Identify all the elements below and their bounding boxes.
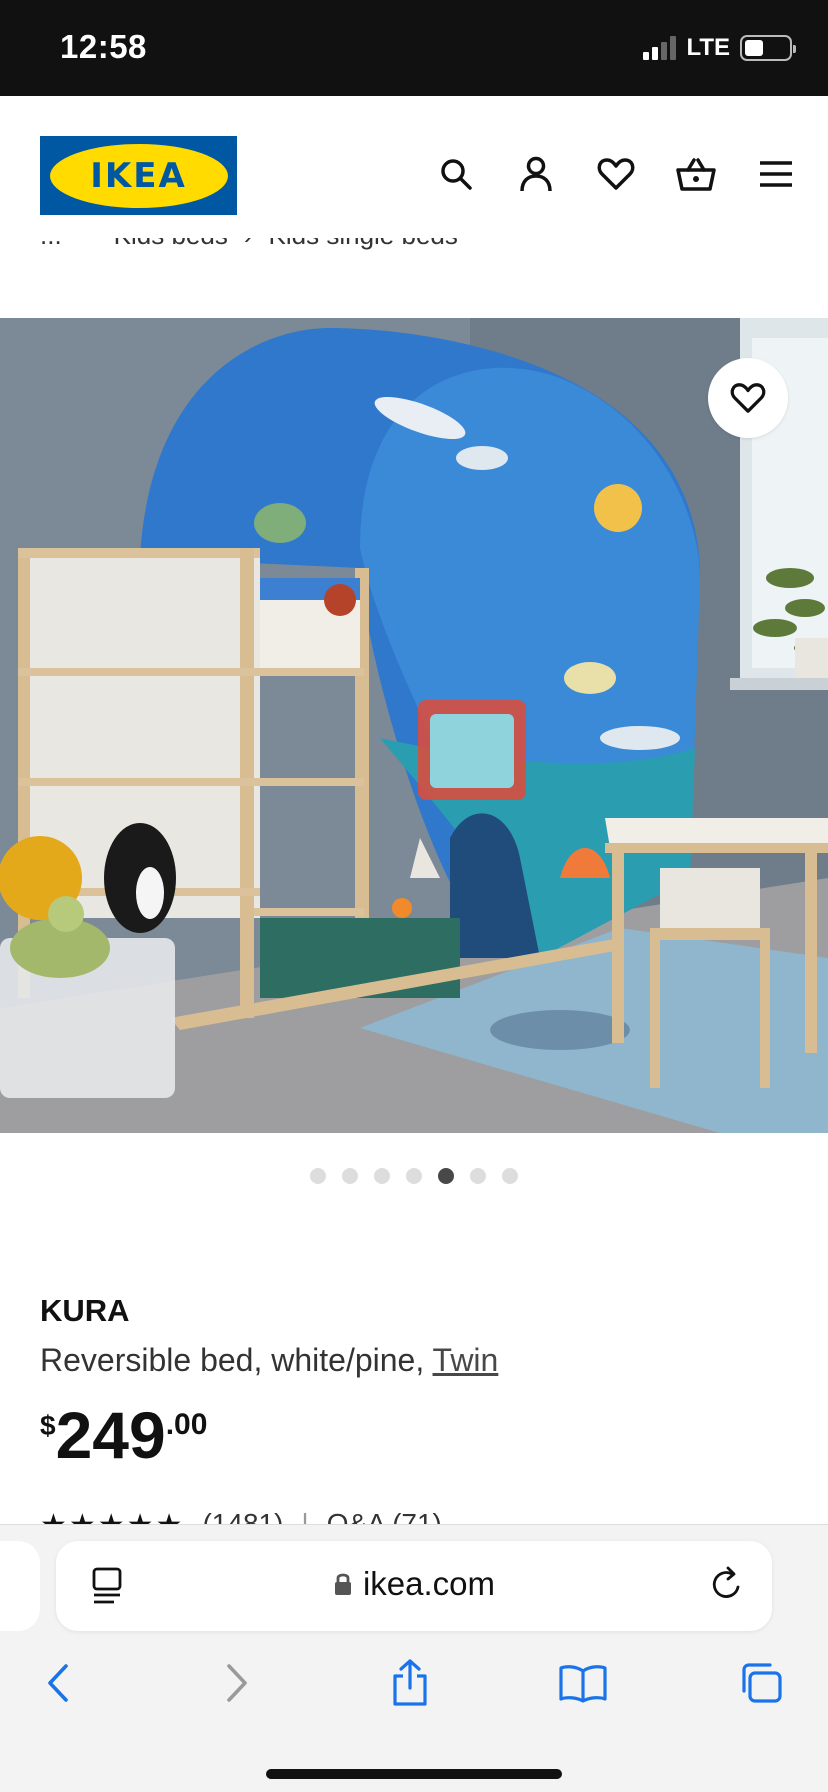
carousel-dots	[0, 1168, 828, 1184]
carousel-dot[interactable]	[310, 1168, 326, 1184]
heart-icon	[730, 383, 766, 413]
status-time: 12:58	[60, 28, 147, 65]
share-button[interactable]	[380, 1653, 440, 1713]
price-whole: 249	[55, 1398, 166, 1472]
basket-icon[interactable]	[674, 152, 718, 196]
browser-toolbar: ikea.com	[0, 1524, 828, 1792]
network-label: LTE	[686, 34, 730, 61]
url-display[interactable]: ikea.com	[56, 1565, 772, 1603]
kura-bed-photo	[0, 318, 828, 1133]
browser-nav-row	[0, 1653, 828, 1713]
carousel-dot[interactable]	[406, 1168, 422, 1184]
breadcrumb-ellipsis[interactable]: ...	[40, 238, 62, 251]
status-indicators: LTE	[643, 34, 796, 62]
carousel-dot[interactable]	[502, 1168, 518, 1184]
carousel-dot[interactable]	[438, 1168, 454, 1184]
menu-icon[interactable]	[754, 152, 798, 196]
carousel-dot[interactable]	[342, 1168, 358, 1184]
breadcrumb: ... Kids beds › Kids single beds	[40, 238, 458, 268]
bookmarks-button[interactable]	[553, 1653, 613, 1713]
product-price: $ 249 .00	[40, 1400, 207, 1470]
chevron-right-icon	[227, 1664, 247, 1702]
product-description-text: Reversible bed, white/pine,	[40, 1342, 425, 1378]
cell-signal-icon	[643, 36, 677, 60]
tabs-icon	[742, 1663, 782, 1703]
search-icon[interactable]	[434, 152, 478, 196]
reload-icon[interactable]	[708, 1565, 744, 1608]
favorite-button[interactable]	[708, 358, 788, 438]
breadcrumb-item-kids-single-beds[interactable]: Kids single beds	[269, 238, 458, 251]
breadcrumb-item-kids-beds[interactable]: Kids beds	[114, 238, 228, 251]
size-link[interactable]: Twin	[433, 1342, 499, 1378]
url-text: ikea.com	[362, 1565, 496, 1602]
ikea-logo[interactable]: IKEA	[40, 136, 237, 215]
carousel-dot[interactable]	[374, 1168, 390, 1184]
previous-tab-preview[interactable]	[0, 1541, 40, 1631]
account-icon[interactable]	[514, 152, 558, 196]
book-icon	[559, 1665, 607, 1703]
heart-icon[interactable]	[594, 152, 638, 196]
home-indicator	[266, 1769, 562, 1779]
share-icon	[393, 1659, 427, 1706]
product-image[interactable]	[0, 318, 828, 1133]
tabs-button[interactable]	[731, 1653, 791, 1713]
chevron-right-icon: ›	[244, 238, 253, 251]
site-header: IKEA	[0, 96, 828, 236]
forward-button[interactable]	[207, 1653, 267, 1713]
battery-icon	[740, 35, 796, 61]
back-button[interactable]	[28, 1653, 88, 1713]
carousel-dot[interactable]	[470, 1168, 486, 1184]
logo-text: IKEA	[90, 155, 187, 196]
price-currency: $	[40, 1410, 56, 1441]
address-bar[interactable]: ikea.com	[56, 1541, 772, 1631]
price-decimal: .00	[165, 1408, 208, 1441]
chevron-left-icon	[48, 1664, 68, 1702]
product-description: Reversible bed, white/pine, Twin	[40, 1342, 498, 1379]
header-icons	[434, 152, 798, 196]
status-bar: 12:58 LTE	[0, 0, 828, 96]
logo-oval: IKEA	[49, 143, 228, 208]
lock-icon	[334, 1573, 351, 1595]
product-name: KURA	[40, 1293, 130, 1328]
